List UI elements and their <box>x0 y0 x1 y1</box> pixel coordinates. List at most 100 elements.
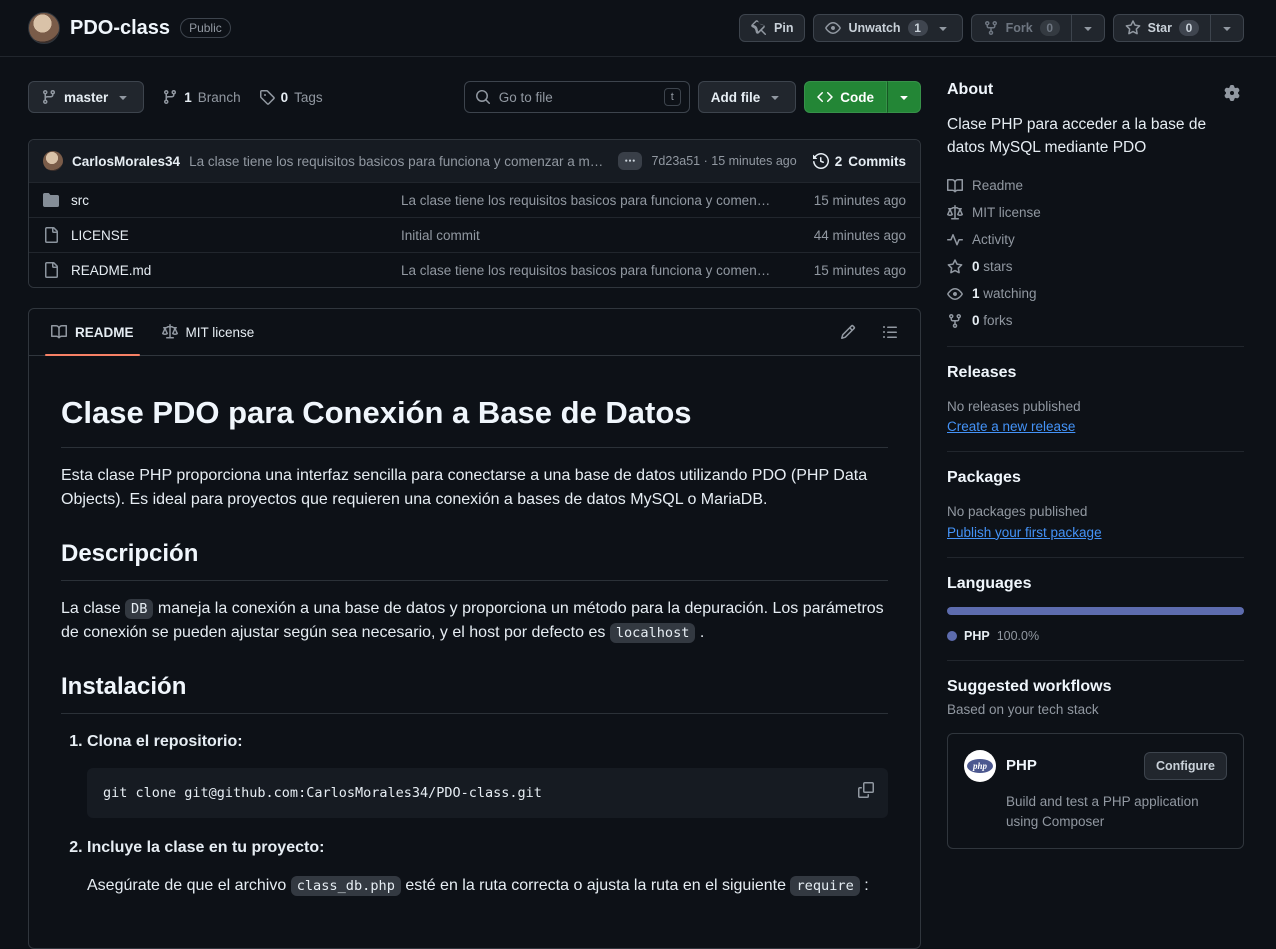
commit-message[interactable]: La clase tiene los requisitos basicos pa… <box>189 154 609 169</box>
commit-author[interactable]: CarlosMorales34 <box>72 154 180 169</box>
chevron-down-icon <box>896 89 912 105</box>
code-dropdown-button[interactable] <box>887 81 921 113</box>
workflows-title: Suggested workflows <box>947 678 1244 696</box>
readme-content: Clase PDO para Conexión a Base de Datos … <box>29 356 920 948</box>
outline-button[interactable] <box>878 320 902 344</box>
sidebar-item-readme[interactable]: Readme <box>947 178 1244 194</box>
languages-title: Languages <box>947 575 1244 593</box>
star-dropdown-button[interactable] <box>1211 14 1244 42</box>
fork-icon <box>983 20 999 36</box>
table-row-readme[interactable]: README.md La clase tiene los requisitos … <box>29 252 920 287</box>
configure-label: Configure <box>1156 759 1215 773</box>
toolbar-left: master 1 Branch 0 Tags <box>28 81 323 113</box>
code-button[interactable]: Code <box>804 81 887 113</box>
unwatch-button[interactable]: Unwatch 1 <box>813 14 962 42</box>
fork-dropdown-button[interactable] <box>1072 14 1105 42</box>
files-panel: CarlosMorales34 La clase tiene los requi… <box>28 139 921 288</box>
star-label: Star <box>1148 21 1172 35</box>
edit-about-button[interactable] <box>1220 81 1244 105</box>
commit-history-link[interactable]: 2 Commits <box>813 153 906 169</box>
code-label: Code <box>840 90 874 105</box>
text-fragment: maneja la conexión a una base de datos y… <box>61 600 884 641</box>
file-commit-time: 15 minutes ago <box>788 193 906 208</box>
law-icon <box>947 205 963 221</box>
commit-meta: 7d23a51 · 15 minutes ago 2 Commits <box>651 153 906 169</box>
publish-package-link[interactable]: Publish your first package <box>947 525 1102 540</box>
file-name[interactable]: src <box>71 193 89 208</box>
repo-toolbar: master 1 Branch 0 Tags t <box>28 81 921 113</box>
file-icon <box>43 262 59 278</box>
readme-intro: Esta clase PHP proporciona una interfaz … <box>61 464 888 512</box>
readme-panel: README MIT license Clase PDO para Conexi… <box>28 308 921 949</box>
configure-button[interactable]: Configure <box>1144 752 1227 780</box>
text-fragment: . <box>695 624 704 641</box>
table-row-src[interactable]: src La clase tiene los requisitos basico… <box>29 182 920 217</box>
tab-readme-label: README <box>75 325 134 340</box>
packages-empty-text: No packages published <box>947 501 1244 523</box>
git-branch-icon <box>41 89 57 105</box>
latest-commit-bar: CarlosMorales34 La clase tiene los requi… <box>29 140 920 182</box>
about-section: About Clase PHP para acceder a la base d… <box>947 81 1244 329</box>
copy-button[interactable] <box>854 778 878 802</box>
inline-code-require: require <box>790 876 859 896</box>
git-clone-code-block: git clone git@github.com:CarlosMorales34… <box>87 768 888 818</box>
add-file-button[interactable]: Add file <box>698 81 797 113</box>
commit-hash-time[interactable]: 7d23a51 · 15 minutes ago <box>651 154 796 168</box>
eye-icon <box>947 286 963 302</box>
tags-link[interactable]: 0 Tags <box>259 89 323 105</box>
commits-label: Commits <box>848 154 906 169</box>
tab-mit-license[interactable]: MIT license <box>148 309 269 355</box>
file-commit-message[interactable]: La clase tiene los requisitos basicos pa… <box>401 263 788 278</box>
releases-section: Releases No releases published Create a … <box>947 364 1244 435</box>
list-unordered-icon <box>882 324 898 340</box>
watching-label: watching <box>983 286 1036 301</box>
edit-readme-button[interactable] <box>836 320 860 344</box>
chevron-down-icon <box>935 20 951 36</box>
commit-message-expand-button[interactable] <box>618 152 642 170</box>
branches-link[interactable]: 1 Branch <box>162 89 240 105</box>
search-icon <box>475 89 491 105</box>
file-commit-message[interactable]: La clase tiene los requisitos basicos pa… <box>401 193 788 208</box>
file-name-cell: LICENSE <box>43 227 401 243</box>
step1-label: Clona el repositorio: <box>87 733 243 750</box>
chevron-down-icon <box>767 89 783 105</box>
sidebar-item-activity[interactable]: Activity <box>947 232 1244 248</box>
languages-section: Languages PHP 100.0% <box>947 575 1244 643</box>
pin-button[interactable]: Pin <box>739 14 805 42</box>
sidebar-item-forks[interactable]: 0 forks <box>947 313 1244 329</box>
sidebar-item-watching[interactable]: 1 watching <box>947 286 1244 302</box>
file-name[interactable]: LICENSE <box>71 228 129 243</box>
sidebar-item-stars[interactable]: 0 stars <box>947 259 1244 275</box>
eye-icon <box>825 20 841 36</box>
book-icon <box>51 324 67 340</box>
fork-label: Fork <box>1006 21 1033 35</box>
repo-title-group: PDO-class Public <box>28 12 231 44</box>
sidebar-divider <box>947 660 1244 661</box>
sidebar-item-license[interactable]: MIT license <box>947 205 1244 221</box>
sidebar-divider <box>947 451 1244 452</box>
file-commit-message[interactable]: Initial commit <box>401 228 788 243</box>
owner-avatar[interactable] <box>28 12 60 44</box>
pin-label: Pin <box>774 21 793 35</box>
tags-count: 0 <box>281 90 289 105</box>
fork-count: 0 <box>1040 20 1060 36</box>
tab-readme[interactable]: README <box>37 309 148 355</box>
star-button[interactable]: Star 0 <box>1113 14 1211 42</box>
shortcut-key-badge: t <box>664 88 681 106</box>
text-fragment: Asegúrate de que el archivo <box>87 877 291 894</box>
forks-count: 0 <box>972 313 980 328</box>
tab-license-label: MIT license <box>186 325 255 340</box>
goto-file-input[interactable] <box>499 90 656 105</box>
releases-title: Releases <box>947 364 1244 382</box>
file-name[interactable]: README.md <box>71 263 151 278</box>
branch-selector-button[interactable]: master <box>28 81 144 113</box>
table-row-license[interactable]: LICENSE Initial commit 44 minutes ago <box>29 217 920 252</box>
repo-name[interactable]: PDO-class <box>70 17 170 40</box>
create-release-link[interactable]: Create a new release <box>947 419 1075 434</box>
inline-code-localhost: localhost <box>610 623 696 643</box>
language-item-php[interactable]: PHP 100.0% <box>947 629 1244 643</box>
add-file-label: Add file <box>711 90 761 105</box>
sidebar: About Clase PHP para acceder a la base d… <box>947 81 1244 949</box>
commit-author-avatar[interactable] <box>43 151 63 171</box>
fork-button[interactable]: Fork 0 <box>971 14 1072 42</box>
